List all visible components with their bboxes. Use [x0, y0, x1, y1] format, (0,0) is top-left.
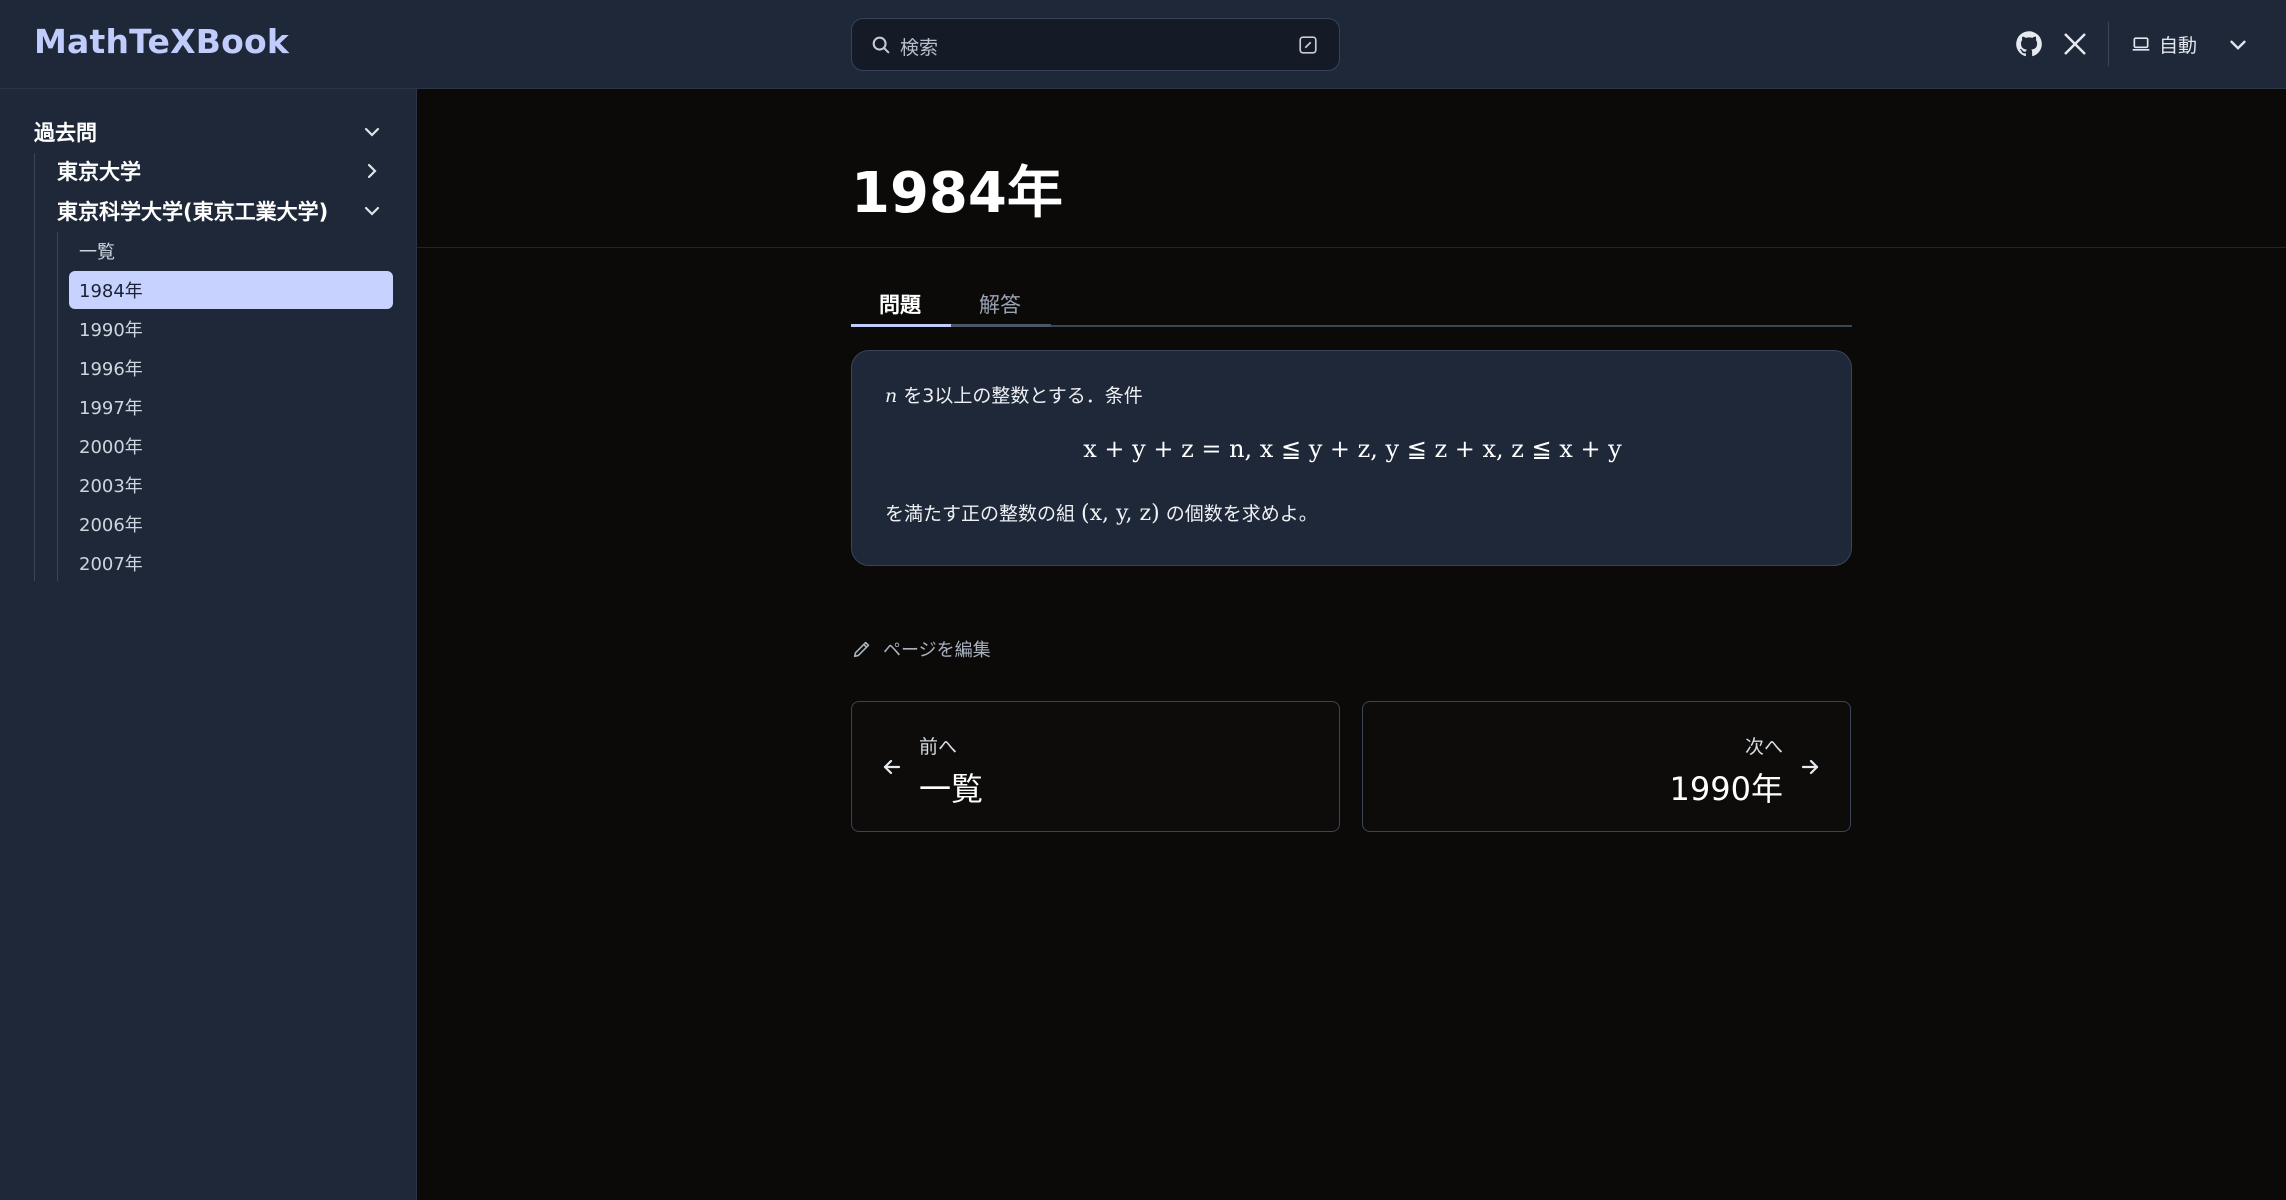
keyboard-shortcut-icon: [1299, 36, 1317, 54]
sidebar-item-1997[interactable]: 1997年: [69, 388, 393, 426]
problem-line-2-text-b: の個数を求めよ。: [1159, 503, 1318, 525]
header-divider: [2108, 22, 2109, 66]
problem-card: n を3以上の整数とする．条件 x + y + z = n, x ≦ y + z…: [851, 350, 1852, 566]
github-icon[interactable]: [2014, 29, 2044, 59]
chevron-down-icon[interactable]: [360, 120, 384, 144]
problem-line-1-text: を3以上の整数とする．条件: [897, 385, 1143, 407]
sidebar-item-2000[interactable]: 2000年: [69, 427, 393, 465]
prev-page-button[interactable]: 前へ 一覧: [851, 701, 1340, 832]
math-variable-n: n: [885, 385, 898, 407]
sidebar-item-label: 東京大学: [57, 160, 141, 184]
arrow-right-icon: [1801, 759, 1819, 775]
math-tuple: (x, y, z): [1081, 501, 1160, 526]
sidebar-group-label: 過去問: [34, 121, 97, 145]
problem-equation: x + y + z = n, x ≦ y + z, y ≦ z + x, z ≦…: [1083, 435, 1622, 463]
chevron-right-icon[interactable]: [360, 159, 384, 183]
sidebar-item-1984[interactable]: 1984年: [69, 271, 393, 309]
sidebar-tree-line: [57, 232, 58, 581]
tab-bar: 問題 解答: [851, 285, 1852, 327]
tab-problem[interactable]: 問題: [879, 289, 921, 319]
sidebar-item-tokyo-university[interactable]: 東京大学: [57, 151, 384, 191]
edit-page-label: ページを編集: [883, 640, 991, 661]
sidebar-item-2003[interactable]: 2003年: [69, 466, 393, 504]
top-header: MathTeXBook 検索 自動: [0, 0, 2286, 89]
problem-line-2: を満たす正の整数の組 (x, y, z) の個数を求めよ。: [885, 499, 1318, 526]
sidebar-group-past-exams[interactable]: 過去問: [34, 112, 384, 152]
theme-selector[interactable]: 自動: [2131, 29, 2197, 59]
pencil-icon: [853, 641, 870, 658]
edit-page-link[interactable]: ページを編集: [851, 636, 991, 662]
arrow-left-icon: [883, 759, 901, 775]
theme-label: 自動: [2159, 34, 2198, 57]
next-page-button[interactable]: 次へ 1990年: [1362, 701, 1851, 832]
chevron-down-icon[interactable]: [360, 199, 384, 223]
sidebar-item-1996[interactable]: 1996年: [69, 349, 393, 387]
prev-page-caption: 前へ: [919, 736, 958, 758]
problem-line-1: n を3以上の整数とする．条件: [885, 381, 1143, 408]
sidebar-tree-line: [34, 153, 35, 581]
sidebar-item-2007[interactable]: 2007年: [69, 544, 393, 582]
page-title: 1984年: [851, 161, 1063, 226]
search-box[interactable]: 検索: [851, 18, 1340, 71]
next-page-caption: 次へ: [1744, 736, 1783, 758]
title-divider: [417, 247, 2286, 248]
tab-underline-active: [851, 324, 951, 327]
sidebar-item-list[interactable]: 一覧: [69, 232, 393, 270]
chevron-down-icon[interactable]: [2225, 32, 2251, 58]
site-logo[interactable]: MathTeXBook: [34, 22, 289, 61]
problem-line-2-text-a: を満たす正の整数の組: [885, 503, 1082, 525]
search-icon: [872, 36, 890, 54]
tab-answer[interactable]: 解答: [979, 289, 1021, 319]
next-page-title: 1990年: [1669, 770, 1783, 808]
prev-page-title: 一覧: [919, 770, 984, 808]
tab-underline-inactive: [951, 324, 1051, 327]
sidebar-item-2006[interactable]: 2006年: [69, 505, 393, 543]
x-icon[interactable]: [2060, 29, 2090, 59]
sidebar-item-science-tokyo[interactable]: 東京科学大学(東京工業大学): [57, 191, 384, 231]
sidebar-item-label: 東京科学大学(東京工業大学): [57, 200, 329, 224]
search-placeholder[interactable]: 検索: [900, 33, 938, 60]
sidebar-item-1990[interactable]: 1990年: [69, 310, 393, 348]
monitor-icon: [2132, 37, 2150, 51]
